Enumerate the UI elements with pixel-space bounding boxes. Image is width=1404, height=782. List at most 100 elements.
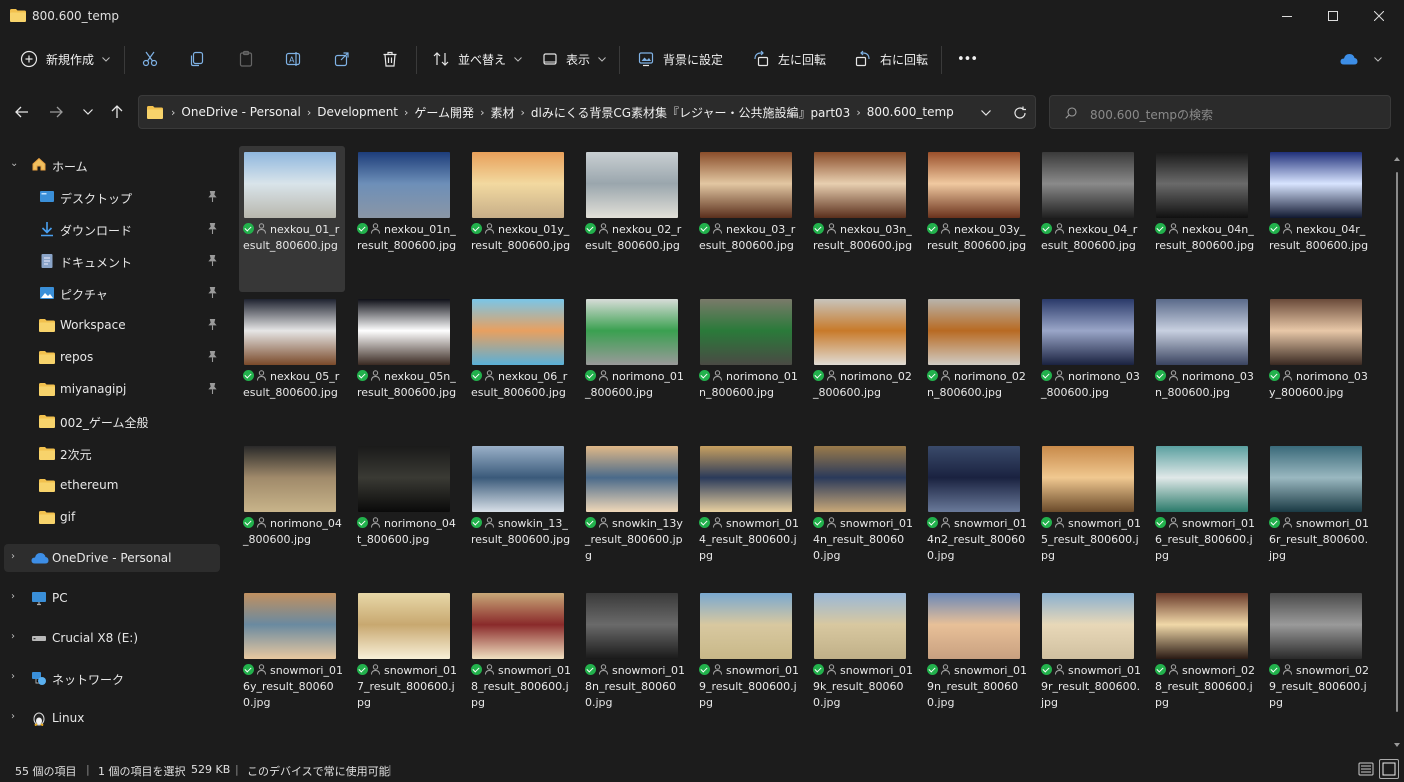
file-tile[interactable]: snowmori_019k_result_800600.jpg (809, 587, 915, 733)
file-tile[interactable]: norimono_02_800600.jpg (809, 293, 915, 439)
file-tile[interactable]: snowmori_016r_result_800600.jpg (1265, 440, 1371, 586)
sidebar-item-onedrive[interactable]: › OneDrive - Personal (4, 544, 220, 572)
refresh-icon[interactable] (1013, 106, 1027, 120)
vertical-scrollbar[interactable] (1394, 150, 1400, 750)
forward-button[interactable] (41, 92, 71, 132)
file-tile[interactable]: snowkin_13_result_800600.jpg (467, 440, 573, 586)
sidebar-item-quick-access[interactable]: 002_ゲーム全般 (0, 407, 222, 435)
maximize-button[interactable] (1310, 0, 1356, 32)
details-view-icon[interactable] (1358, 761, 1374, 777)
paste-button[interactable] (237, 36, 255, 82)
file-tile[interactable]: nexkou_06_result_800600.jpg (467, 293, 573, 439)
file-tile[interactable]: snowmori_014n_result_800600.jpg (809, 440, 915, 586)
file-tile[interactable]: nexkou_05_result_800600.jpg (239, 293, 345, 439)
file-tile[interactable]: snowmori_014_result_800600.jpg (695, 440, 801, 586)
file-tile[interactable]: snowmori_017_result_800600.jpg (353, 587, 459, 733)
rotate-left-button[interactable]: 左に回転 (752, 36, 826, 82)
address-bar[interactable]: › OneDrive - Personal › Development › ゲー… (138, 95, 1036, 129)
sidebar-item-quick-access[interactable]: gif (0, 503, 222, 531)
breadcrumb-development[interactable]: Development (317, 105, 398, 119)
chevron-down-icon[interactable]: ⌄ (10, 158, 18, 169)
file-tile[interactable]: snowmori_028_result_800600.jpg (1151, 587, 1257, 733)
file-tile[interactable]: snowmori_019_result_800600.jpg (695, 587, 801, 733)
breadcrumb-onedrive[interactable]: OneDrive - Personal (181, 105, 300, 119)
file-tile[interactable]: nexkou_04r_result_800600.jpg (1265, 146, 1371, 292)
sidebar-item-quick-access[interactable]: 2次元 (0, 439, 222, 467)
breadcrumb-background-pack[interactable]: dlみにくる背景CG素材集『レジャー・公共施設編』part03 (531, 104, 850, 121)
scroll-up-arrow-icon[interactable] (1394, 156, 1400, 162)
sidebar-item-quick-access[interactable]: Workspace (0, 311, 222, 339)
sidebar-item-quick-access[interactable]: ドキュメント (0, 247, 222, 275)
sidebar-item-quick-access[interactable]: miyanagipj (0, 375, 222, 403)
sidebar-item-network[interactable]: › ネットワーク (0, 664, 222, 692)
file-tile[interactable]: norimono_03n_800600.jpg (1151, 293, 1257, 439)
file-tile[interactable]: norimono_04_800600.jpg (239, 440, 345, 586)
file-tile[interactable]: nexkou_02_result_800600.jpg (581, 146, 687, 292)
close-button[interactable] (1356, 0, 1402, 32)
up-button[interactable] (102, 92, 132, 132)
file-tile[interactable]: nexkou_01n_result_800600.jpg (353, 146, 459, 292)
sidebar-item-home[interactable]: ⌄ ホーム (0, 151, 222, 179)
file-tile[interactable]: snowmori_014n2_result_800600.jpg (923, 440, 1029, 586)
file-tile[interactable]: nexkou_03_result_800600.jpg (695, 146, 801, 292)
chevron-right-icon[interactable]: › (11, 631, 15, 642)
chevron-right-icon[interactable]: › (11, 591, 15, 602)
breadcrumb-material[interactable]: 素材 (490, 104, 514, 121)
chevron-right-icon[interactable]: › (11, 711, 15, 722)
sidebar-item-pc[interactable]: › PC (0, 584, 222, 612)
cut-button[interactable] (141, 36, 159, 82)
file-tile[interactable]: nexkou_05n_result_800600.jpg (353, 293, 459, 439)
search-box[interactable]: 800.600_tempの検索 (1049, 95, 1391, 129)
file-tile[interactable]: norimono_02n_800600.jpg (923, 293, 1029, 439)
file-tile[interactable]: nexkou_03n_result_800600.jpg (809, 146, 915, 292)
sidebar-item-quick-access[interactable]: ethereum (0, 471, 222, 499)
copy-button[interactable] (188, 36, 206, 82)
recent-locations-button[interactable] (73, 92, 103, 132)
scrollbar-thumb[interactable] (1396, 172, 1398, 712)
sidebar-item-quick-access[interactable]: ピクチャ (0, 279, 222, 307)
file-tile[interactable]: norimono_03y_800600.jpg (1265, 293, 1371, 439)
file-tile[interactable]: snowmori_018n_result_800600.jpg (581, 587, 687, 733)
sidebar-item-quick-access[interactable]: repos (0, 343, 222, 371)
set-wallpaper-button[interactable]: 背景に設定 (637, 36, 723, 82)
delete-button[interactable] (381, 36, 399, 82)
rename-button[interactable]: A (284, 36, 302, 82)
chevron-right-icon[interactable]: › (11, 671, 15, 682)
file-tile[interactable]: snowmori_016y_result_800600.jpg (239, 587, 345, 733)
sort-button[interactable]: 並べ替え (432, 36, 522, 82)
file-tile[interactable]: nexkou_01_result_800600.jpg (239, 146, 345, 292)
more-options-button[interactable]: ••• (957, 36, 978, 82)
file-tile[interactable]: nexkou_01y_result_800600.jpg (467, 146, 573, 292)
breadcrumb-game-dev[interactable]: ゲーム開発 (414, 104, 474, 121)
rotate-right-button[interactable]: 右に回転 (854, 36, 928, 82)
sidebar-item-drive[interactable]: › Crucial X8 (E:) (0, 624, 222, 652)
large-icons-view-button[interactable] (1379, 759, 1399, 779)
new-button[interactable]: 新規作成 (20, 36, 112, 82)
share-button[interactable] (333, 36, 351, 82)
file-tile[interactable]: nexkou_04n_result_800600.jpg (1151, 146, 1257, 292)
sidebar-item-quick-access[interactable]: ダウンロード (0, 215, 222, 243)
breadcrumb-current-folder[interactable]: 800.600_temp (867, 105, 954, 119)
file-tile[interactable]: snowmori_015_result_800600.jpg (1037, 440, 1143, 586)
view-button[interactable]: 表示 (542, 36, 606, 82)
file-tile[interactable]: snowmori_016_result_800600.jpg (1151, 440, 1257, 586)
file-tile[interactable]: norimono_01n_800600.jpg (695, 293, 801, 439)
chevron-down-icon[interactable] (981, 110, 991, 116)
sidebar-item-linux[interactable]: › Linux (0, 704, 222, 732)
file-tile[interactable]: norimono_01_800600.jpg (581, 293, 687, 439)
onedrive-status-button[interactable] (1340, 36, 1382, 82)
chevron-right-icon[interactable]: › (11, 551, 15, 562)
minimize-button[interactable] (1264, 0, 1310, 32)
file-tile[interactable]: snowmori_019n_result_800600.jpg (923, 587, 1029, 733)
file-tile[interactable]: snowmori_019r_result_800600.jpg (1037, 587, 1143, 733)
scroll-down-arrow-icon[interactable] (1394, 742, 1400, 748)
back-button[interactable] (7, 92, 37, 132)
file-tile[interactable]: nexkou_04_result_800600.jpg (1037, 146, 1143, 292)
file-tile[interactable]: snowkin_13y_result_800600.jpg (581, 440, 687, 586)
file-tile[interactable]: norimono_04t_800600.jpg (353, 440, 459, 586)
sidebar-item-quick-access[interactable]: デスクトップ (0, 183, 222, 211)
file-tile[interactable]: nexkou_03y_result_800600.jpg (923, 146, 1029, 292)
file-tile[interactable]: snowmori_018_result_800600.jpg (467, 587, 573, 733)
file-tile[interactable]: norimono_03_800600.jpg (1037, 293, 1143, 439)
file-tile[interactable]: snowmori_029_result_800600.jpg (1265, 587, 1371, 733)
